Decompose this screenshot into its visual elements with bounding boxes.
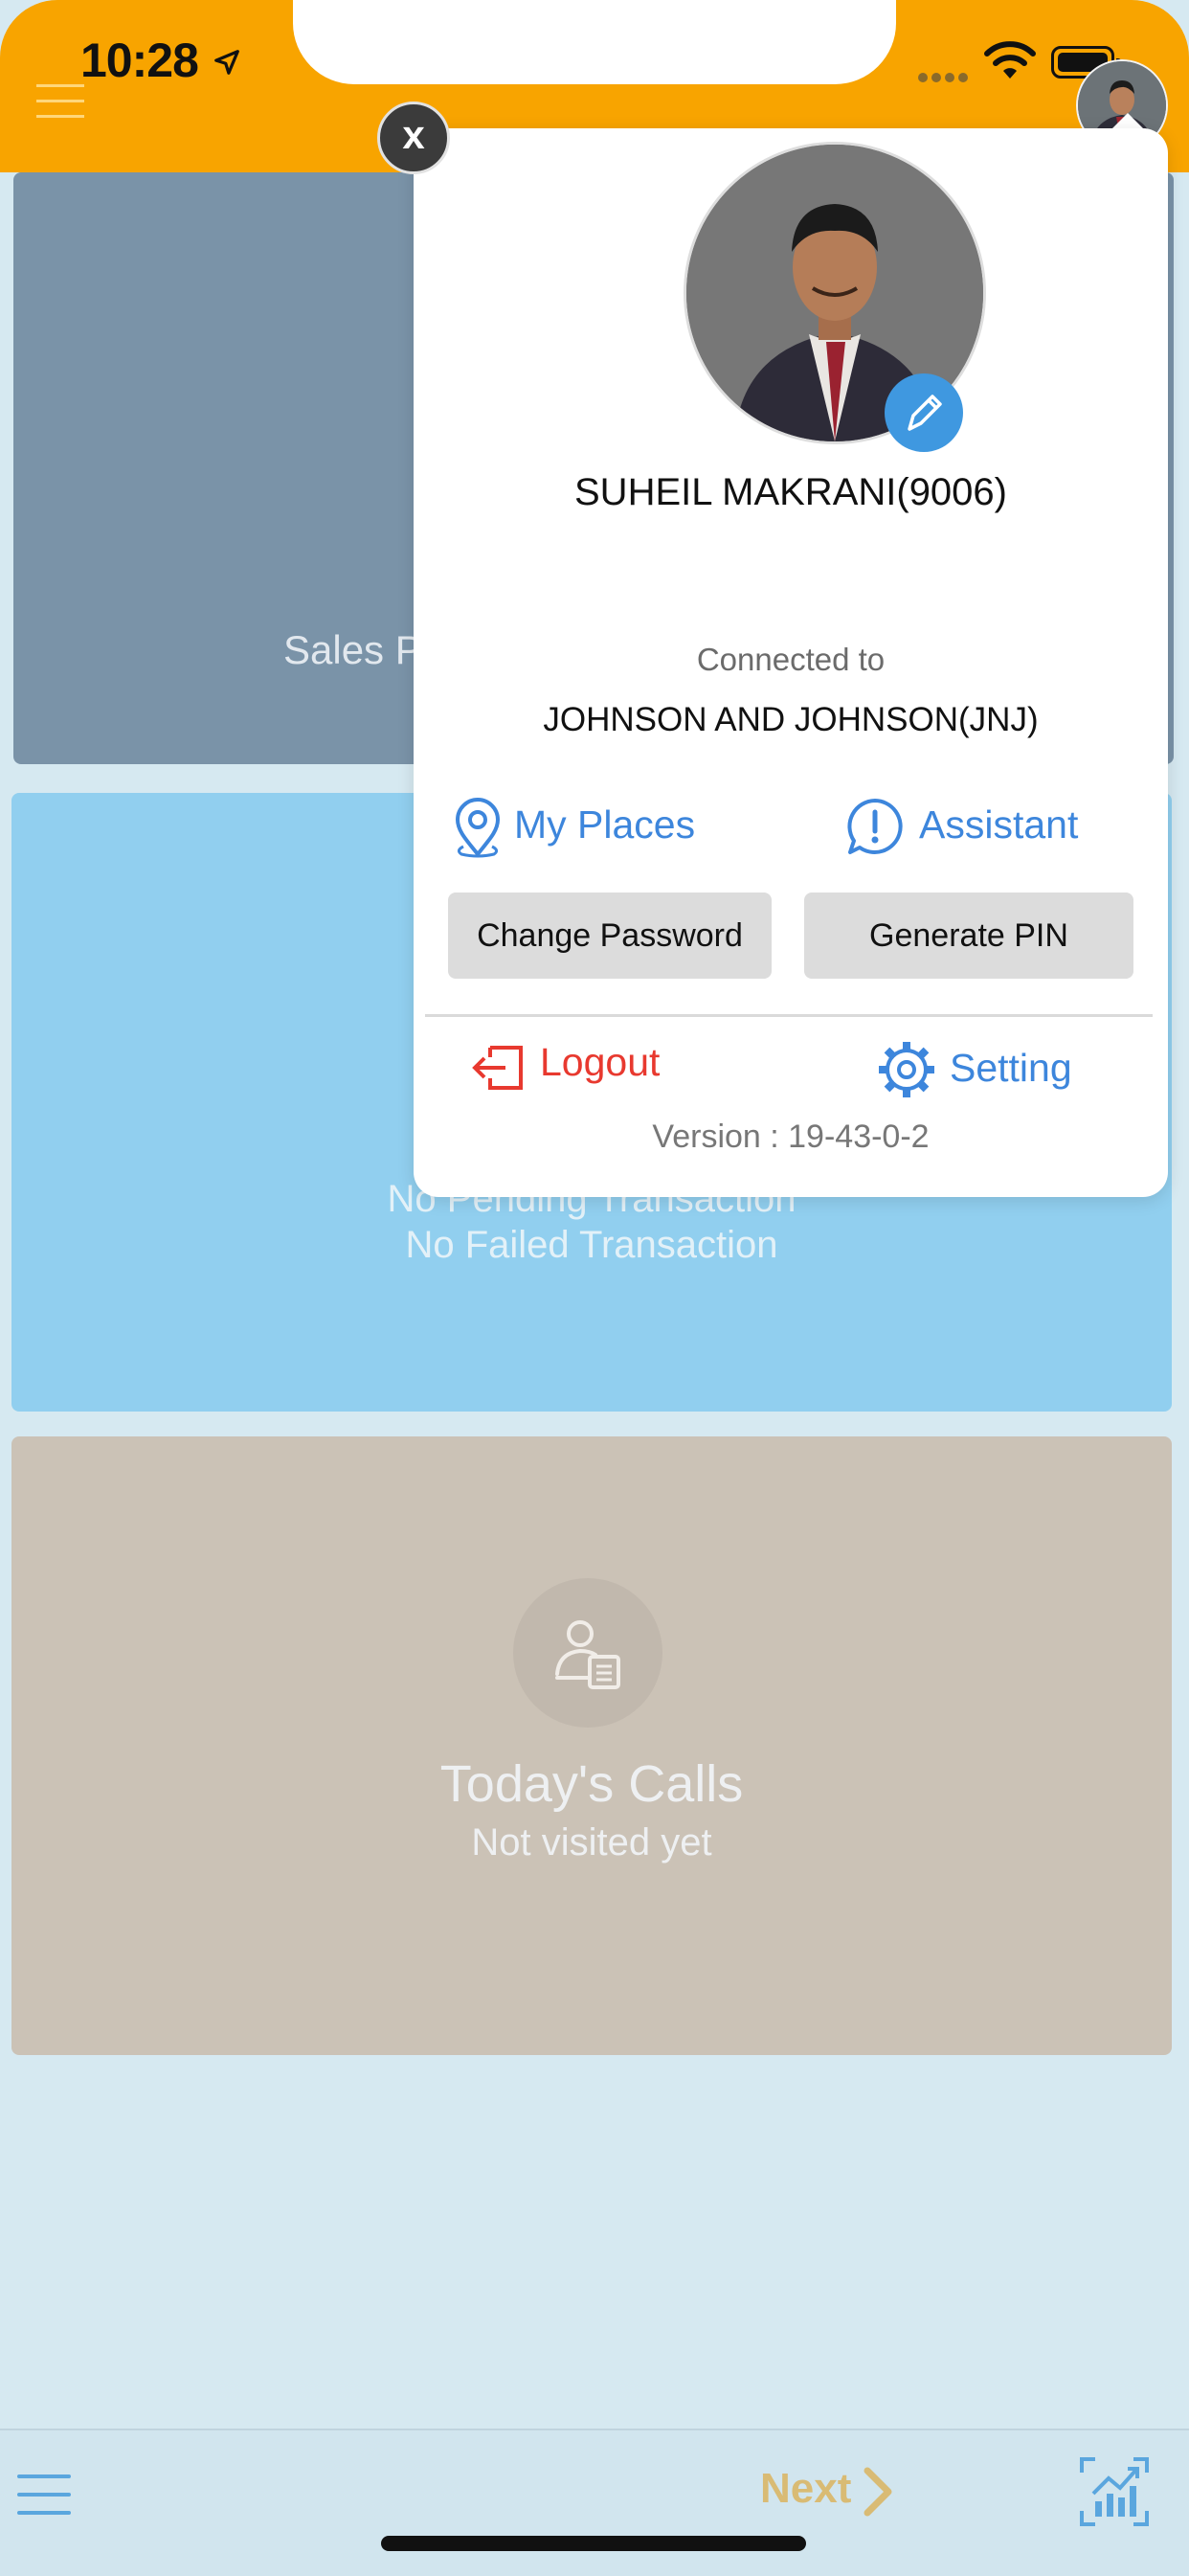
logout-button[interactable]: Logout (540, 1040, 660, 1085)
popup-divider (425, 1014, 1153, 1017)
user-name: SUHEIL MAKRANI(9006) (574, 471, 1007, 513)
alert-bubble-icon[interactable] (844, 797, 906, 863)
setting-link[interactable]: Setting (950, 1046, 1072, 1091)
my-places-link[interactable]: My Places (514, 802, 695, 847)
gear-icon[interactable] (877, 1040, 936, 1104)
todays-calls-subtitle: Not visited yet (471, 1821, 712, 1864)
company-name: JOHNSON AND JOHNSON(JNJ) (543, 701, 1039, 738)
next-button[interactable]: Next (760, 2465, 851, 2513)
assistant-link[interactable]: Assistant (919, 802, 1078, 847)
bottom-bar (0, 2429, 1189, 2576)
version-text: Version : 19-43-0-2 (652, 1119, 930, 1155)
generate-pin-button[interactable]: Generate PIN (804, 893, 1133, 979)
pencil-icon (908, 395, 942, 431)
wifi-icon (984, 40, 1036, 87)
home-indicator (381, 2536, 806, 2551)
failed-transaction-text: No Failed Transaction (405, 1224, 778, 1266)
change-password-button[interactable]: Change Password (448, 893, 772, 979)
map-pin-icon[interactable] (448, 795, 507, 863)
chevron-right-icon[interactable] (862, 2467, 894, 2521)
menu-icon[interactable] (36, 84, 84, 124)
todays-calls-card[interactable] (11, 1436, 1172, 2055)
connected-label: Connected to (696, 642, 886, 677)
edit-photo-button[interactable] (885, 373, 963, 452)
status-time: 10:28 (80, 34, 199, 87)
close-button[interactable]: x (377, 102, 450, 174)
chart-icon[interactable] (1078, 2455, 1151, 2533)
logout-icon[interactable] (469, 1044, 527, 1096)
sales-card-label: Sales P (283, 627, 422, 672)
signal-icon (917, 71, 971, 88)
user-document-icon (513, 1578, 662, 1728)
todays-calls-title: Today's Calls (439, 1755, 744, 1813)
bottom-menu-icon[interactable] (17, 2473, 73, 2521)
location-arrow-icon (213, 48, 241, 81)
